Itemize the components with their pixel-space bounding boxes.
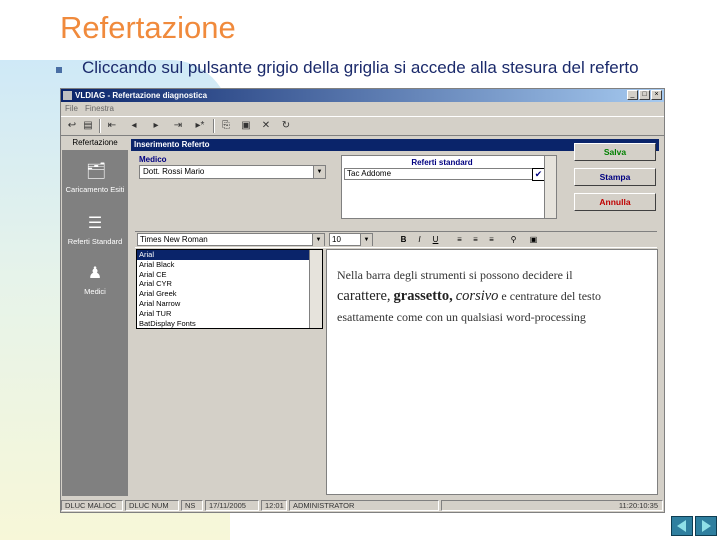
font-option[interactable]: BatDisplay Fonts <box>137 319 322 329</box>
format-toolbar: Times New Roman ▼ 10 ▼ B I U ≡ ≡ ≡ ⚲ ▣ <box>135 231 657 248</box>
editor-line: carattere, grassetto, corsivo e centratu… <box>337 288 601 305</box>
bullet-marker <box>56 67 62 73</box>
inserimento-referto-panel: Inserimento Referto Medico Dott. Rossi M… <box>131 139 659 495</box>
menu-file[interactable]: File <box>65 104 78 113</box>
image-icon[interactable]: ▣ <box>527 233 540 246</box>
align-right-icon[interactable]: ≡ <box>485 233 498 246</box>
new-record-icon[interactable]: ▸* <box>193 119 207 133</box>
status-field: DLUC NUM <box>125 500 179 511</box>
print-button[interactable]: Stampa <box>574 168 656 186</box>
font-option[interactable]: Arial Narrow <box>137 299 322 309</box>
sidebar-item-label: Medici <box>84 287 106 296</box>
bullet-text: Cliccando sul pulsante grigio della grig… <box>82 58 639 77</box>
status-field: ADMINISTRATOR <box>289 500 439 511</box>
status-field: 12:01 <box>261 500 287 511</box>
close-button[interactable]: × <box>651 90 662 100</box>
paste-icon[interactable]: ▣ <box>239 119 253 133</box>
arrow-left-icon <box>677 520 686 532</box>
sidebar-item-label: Caricamento Esiti <box>65 185 125 194</box>
font-value: Times New Roman <box>140 235 208 244</box>
font-option[interactable]: Arial CE <box>137 270 322 280</box>
slide-title: Refertazione <box>60 10 236 45</box>
chevron-down-icon[interactable]: ▼ <box>313 166 325 178</box>
medico-value: Dott. Rossi Mario <box>143 167 205 176</box>
status-field: 17/11/2005 <box>205 500 259 511</box>
referto-editor[interactable]: Nella barra degli strumenti si possono d… <box>326 249 658 495</box>
window-titlebar[interactable]: VLDIAG - Refertazione diagnostica _ □ × <box>61 89 664 102</box>
menu-finestra[interactable]: Finestra <box>85 104 114 113</box>
application-window: VLDIAG - Refertazione diagnostica _ □ × … <box>60 88 665 513</box>
sidebar-item-label: Referti Standard <box>67 237 123 246</box>
maximize-button[interactable]: □ <box>639 90 650 100</box>
medico-select[interactable]: Dott. Rossi Mario ▼ <box>139 165 326 179</box>
save-button[interactable]: Salva <box>574 143 656 161</box>
cancel-button[interactable]: Annulla <box>574 193 656 211</box>
align-left-icon[interactable]: ≡ <box>453 233 466 246</box>
font-select[interactable]: Times New Roman ▼ <box>137 233 325 246</box>
editor-carattere: carattere, <box>337 288 391 304</box>
toolbar-separator <box>213 119 215 133</box>
first-record-icon[interactable]: ⇤ <box>105 119 119 133</box>
previous-record-icon[interactable]: ◂ <box>127 119 141 133</box>
copy-icon[interactable]: ⎘ <box>219 119 233 133</box>
sidebar-item-referti-standard[interactable]: ☰ Referti Standard <box>62 214 128 246</box>
last-record-icon[interactable]: ⇥ <box>171 119 185 133</box>
folder-edit-icon: 🗂 <box>86 163 107 180</box>
editor-tail: e centrature del testo <box>501 289 602 303</box>
status-field: 11:20:10:35 <box>441 500 663 511</box>
sidebar-header: Refertazione <box>62 136 128 150</box>
font-option[interactable]: Arial CYR <box>137 279 322 289</box>
font-option[interactable]: Arial <box>137 250 322 260</box>
toolbar-separator <box>99 119 101 133</box>
font-option[interactable]: Arial TUR <box>137 309 322 319</box>
chevron-down-icon[interactable]: ▼ <box>360 234 372 246</box>
editor-line: esattamente come con un qualsiasi word-p… <box>337 310 586 324</box>
previous-slide-button[interactable] <box>671 516 693 536</box>
medico-label: Medico <box>139 155 167 164</box>
underline-button[interactable]: U <box>429 233 442 246</box>
minimize-button[interactable]: _ <box>627 90 638 100</box>
next-slide-button[interactable] <box>695 516 717 536</box>
refresh-icon[interactable]: ↻ <box>279 119 293 133</box>
align-center-icon[interactable]: ≡ <box>469 233 482 246</box>
sidebar: Refertazione 🗂 Caricamento Esiti ☰ Refer… <box>62 136 128 496</box>
main-toolbar: ↩ ▤ ⇤ ◂ ▸ ⇥ ▸* ⎘ ▣ ✕ ↻ <box>61 116 664 136</box>
editor-line: Nella barra degli strumenti si possono d… <box>337 268 573 282</box>
person-icon: ♟ <box>87 265 103 282</box>
font-size-select[interactable]: 10 ▼ <box>329 233 373 246</box>
sidebar-item-medici[interactable]: ♟ Medici <box>62 264 128 296</box>
referti-scrollbar[interactable] <box>544 156 556 218</box>
status-field: DLUC MALIOC <box>61 500 123 511</box>
font-option[interactable]: Arial Black <box>137 260 322 270</box>
print-icon[interactable]: ▤ <box>81 119 95 133</box>
next-record-icon[interactable]: ▸ <box>149 119 163 133</box>
referti-header: Referti standard <box>411 158 473 167</box>
arrow-right-icon <box>702 520 711 532</box>
font-dropdown-list[interactable]: Arial Arial Black Arial CE Arial CYR Ari… <box>136 249 323 329</box>
app-icon <box>63 91 72 100</box>
exit-icon[interactable]: ↩ <box>65 119 79 133</box>
find-icon[interactable]: ⚲ <box>507 233 520 246</box>
font-option[interactable]: Arial Greek <box>137 289 322 299</box>
chevron-down-icon[interactable]: ▼ <box>312 234 324 246</box>
referti-item[interactable]: Tac Addome <box>344 168 542 180</box>
bold-button[interactable]: B <box>397 233 410 246</box>
document-list-icon: ☰ <box>87 215 103 232</box>
delete-icon[interactable]: ✕ <box>259 119 273 133</box>
font-size-value: 10 <box>332 235 341 244</box>
sidebar-item-caricamento-esiti[interactable]: 🗂 Caricamento Esiti <box>62 162 128 194</box>
window-title: VLDIAG - Refertazione diagnostica <box>75 91 208 100</box>
statusbar: DLUC MALIOC DLUC NUM NS 17/11/2005 12:01… <box>61 499 664 512</box>
italic-button[interactable]: I <box>413 233 426 246</box>
status-field: NS <box>181 500 203 511</box>
editor-grassetto: grassetto, <box>393 288 453 304</box>
menubar: File Finestra <box>61 103 664 114</box>
editor-corsivo: corsivo <box>455 288 499 304</box>
referti-standard-list[interactable]: Referti standard Tac Addome ✔ <box>341 155 557 219</box>
font-list-scrollbar[interactable] <box>309 250 322 328</box>
